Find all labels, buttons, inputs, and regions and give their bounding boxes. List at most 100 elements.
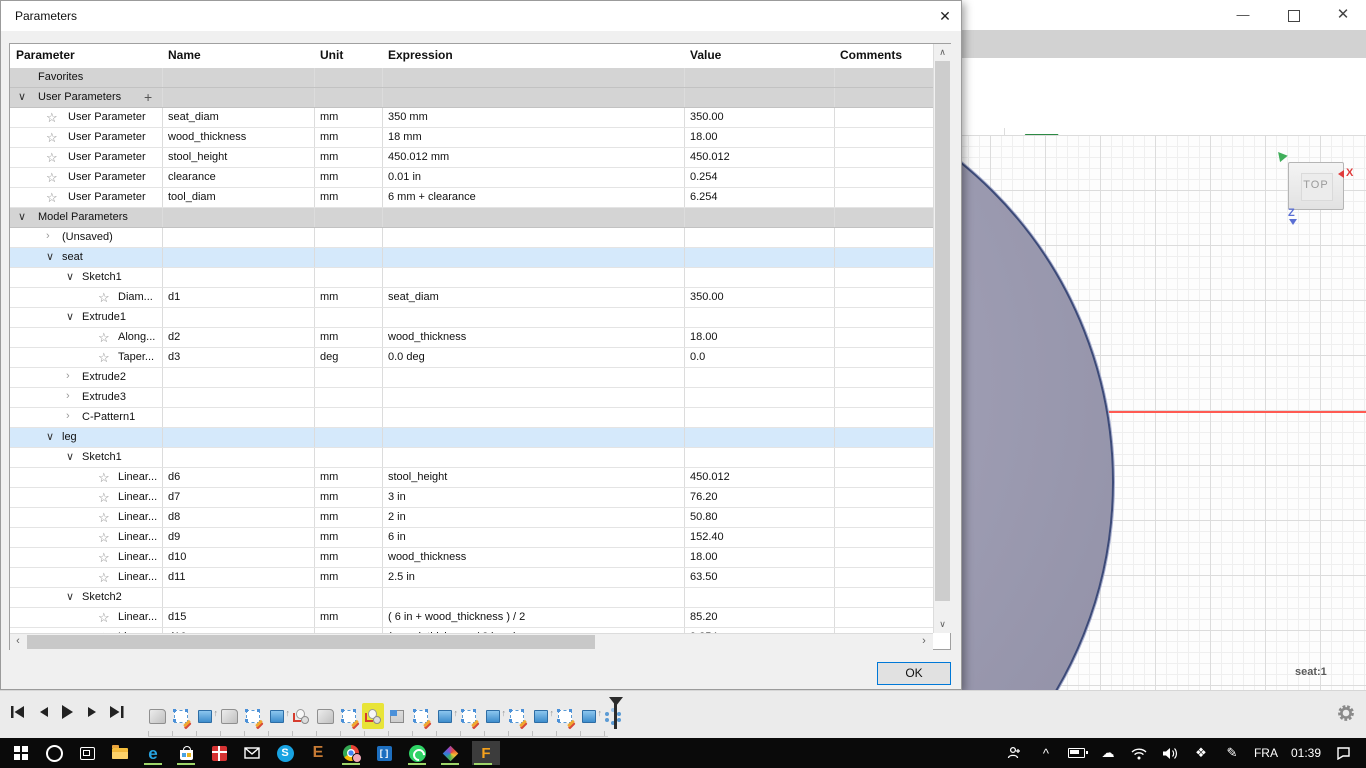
cell-name[interactable]: d3 xyxy=(168,351,308,363)
parameter-row[interactable]: ☆ User Parameter tool_diam mm 6 mm + clearan… xyxy=(10,188,933,208)
cell-name[interactable]: d8 xyxy=(168,511,308,523)
parameter-row[interactable]: ☆ User Parameter wood_thickness mm 18 mm 18.0… xyxy=(10,128,933,148)
timeline-feature-sketch-icon[interactable] xyxy=(170,703,192,729)
timeline-feature-sketch-icon[interactable] xyxy=(458,703,480,729)
store-icon[interactable] xyxy=(175,741,197,765)
collapse-chevron-icon[interactable]: ∨ xyxy=(66,270,74,283)
section-row[interactable]: ∨ Sketch2 xyxy=(10,588,933,608)
mail-icon[interactable] xyxy=(241,741,263,765)
parameter-row[interactable]: ☆ Linear... d10 mm wood_thickness 18.00 xyxy=(10,548,933,568)
action-center-icon[interactable] xyxy=(1334,743,1352,763)
favorite-star-icon[interactable]: ☆ xyxy=(98,330,110,346)
cell-name[interactable]: wood_thickness xyxy=(168,131,308,143)
collapse-chevron-icon[interactable]: ∨ xyxy=(66,590,74,603)
section-row[interactable]: ∨ leg xyxy=(10,428,933,448)
expand-chevron-icon[interactable]: › xyxy=(66,410,70,422)
cell-expression[interactable]: 3 in xyxy=(388,491,678,503)
favorite-star-icon[interactable]: ☆ xyxy=(98,510,110,526)
section-row[interactable]: › Extrude2 xyxy=(10,368,933,388)
cell-expression[interactable]: 2.5 in xyxy=(388,571,678,583)
expand-chevron-icon[interactable]: › xyxy=(66,370,70,382)
cell-expression[interactable]: 450.012 mm xyxy=(388,151,678,163)
timeline-go-start-icon[interactable] xyxy=(8,705,28,719)
favorite-star-icon[interactable]: ☆ xyxy=(98,530,110,546)
cell-expression[interactable]: seat_diam xyxy=(388,291,678,303)
timeline-feature-component-icon[interactable] xyxy=(146,703,168,729)
timeline-settings-gear-icon[interactable] xyxy=(1336,703,1356,723)
cell-expression[interactable]: ( 6 in + wood_thickness ) / 2 xyxy=(388,611,678,623)
cell-expression[interactable]: 6 in xyxy=(388,531,678,543)
parameter-row[interactable]: ☆ Linear... d15 mm ( 6 in + wood_thickness )… xyxy=(10,608,933,628)
parameter-row[interactable]: ☆ Diam... d1 mm seat_diam 350.00 xyxy=(10,288,933,308)
cell-name[interactable]: d9 xyxy=(168,531,308,543)
collapse-chevron-icon[interactable]: ∨ xyxy=(18,210,26,223)
chrome-icon[interactable] xyxy=(340,741,362,765)
timeline-feature-extrude-icon[interactable] xyxy=(530,703,554,729)
cell-name[interactable]: tool_diam xyxy=(168,191,308,203)
parameter-row[interactable]: ☆ User Parameter clearance mm 0.01 in 0.254 xyxy=(10,168,933,188)
section-row[interactable]: › (Unsaved) xyxy=(10,228,933,248)
windows-ink-pen-icon[interactable]: ✎ xyxy=(1223,743,1241,763)
expand-chevron-icon[interactable]: › xyxy=(46,230,50,242)
timeline-feature-extrude-icon[interactable] xyxy=(482,703,506,729)
timeline-marker[interactable] xyxy=(609,697,623,729)
parameter-row[interactable]: ☆ User Parameter seat_diam mm 350 mm 350.00 xyxy=(10,108,933,128)
cell-name[interactable]: d2 xyxy=(168,331,308,343)
parameter-row[interactable]: ☆ Linear... d11 mm 2.5 in 63.50 xyxy=(10,568,933,588)
timeline-feature-sketch-icon[interactable] xyxy=(506,703,528,729)
parameter-row[interactable]: ☆ Taper... d3 deg 0.0 deg 0.0 xyxy=(10,348,933,368)
parameter-row[interactable]: ☆ User Parameter stool_height mm 450.012 mm 4… xyxy=(10,148,933,168)
horizontal-scrollbar[interactable]: ‹ › xyxy=(10,633,933,650)
fusion360-taskbar-icon[interactable]: F xyxy=(472,741,500,765)
timeline-feature-sketch-icon[interactable] xyxy=(410,703,432,729)
cell-expression[interactable]: stool_height xyxy=(388,471,678,483)
wifi-icon[interactable] xyxy=(1130,743,1148,763)
paint3d-icon[interactable] xyxy=(439,741,461,765)
section-row[interactable]: ∨ seat xyxy=(10,248,933,268)
timeline-step-back-icon[interactable] xyxy=(33,705,53,719)
timeline-feature-circular-pattern-icon[interactable] xyxy=(602,703,624,729)
section-row[interactable]: › Extrude3 xyxy=(10,388,933,408)
cell-expression[interactable]: 2 in xyxy=(388,511,678,523)
favorite-star-icon[interactable]: ☆ xyxy=(46,190,58,206)
volume-icon[interactable] xyxy=(1161,743,1179,763)
cell-name[interactable]: seat_diam xyxy=(168,111,308,123)
cell-name[interactable]: stool_height xyxy=(168,151,308,163)
battery-icon[interactable] xyxy=(1068,743,1089,763)
vertical-scrollbar[interactable]: ∧ ∨ xyxy=(933,44,951,633)
cell-expression[interactable]: 350 mm xyxy=(388,111,678,123)
cell-name[interactable]: d10 xyxy=(168,551,308,563)
file-explorer-icon[interactable] xyxy=(109,741,131,765)
favorite-star-icon[interactable]: ☆ xyxy=(98,550,110,566)
favorite-star-icon[interactable]: ☆ xyxy=(46,170,58,186)
language-indicator[interactable]: FRA xyxy=(1254,746,1278,760)
section-row[interactable]: ∨ User Parameters + xyxy=(10,88,933,108)
favorite-star-icon[interactable]: ☆ xyxy=(98,470,110,486)
favorite-star-icon[interactable]: ☆ xyxy=(98,610,110,626)
timeline-feature-component-icon[interactable] xyxy=(218,703,240,729)
cell-name[interactable]: d1 xyxy=(168,291,308,303)
cell-expression[interactable]: wood_thickness xyxy=(388,551,678,563)
expand-chevron-icon[interactable]: › xyxy=(66,390,70,402)
vertical-scroll-thumb[interactable] xyxy=(935,61,950,601)
timeline-feature-sketch-icon[interactable] xyxy=(554,703,576,729)
horizontal-scroll-thumb[interactable] xyxy=(27,635,595,649)
cell-expression[interactable]: 0.0 deg xyxy=(388,351,678,363)
cell-expression[interactable]: 6 mm + clearance xyxy=(388,191,678,203)
start-button-icon[interactable] xyxy=(10,741,32,765)
cell-name[interactable]: clearance xyxy=(168,171,308,183)
section-row[interactable]: › C-Pattern1 xyxy=(10,408,933,428)
cell-name[interactable]: d7 xyxy=(168,491,308,503)
cell-name[interactable]: d15 xyxy=(168,611,308,623)
section-row[interactable]: ∨ Sketch1 xyxy=(10,268,933,288)
whatsapp-icon[interactable] xyxy=(406,741,428,765)
parameter-row[interactable]: ☆ Linear... d9 mm 6 in 152.40 xyxy=(10,528,933,548)
timeline-feature-extrude-icon[interactable] xyxy=(194,703,218,729)
parameter-row[interactable]: ☆ Along... d2 mm wood_thickness 18.00 xyxy=(10,328,933,348)
cell-name[interactable]: d6 xyxy=(168,471,308,483)
section-row[interactable]: Favorites xyxy=(10,68,933,88)
timeline-feature-extrude-icon[interactable] xyxy=(434,703,458,729)
timeline-feature-joint-icon[interactable] xyxy=(362,703,384,729)
cell-expression[interactable]: 18 mm xyxy=(388,131,678,143)
collapse-chevron-icon[interactable]: ∨ xyxy=(18,90,26,103)
